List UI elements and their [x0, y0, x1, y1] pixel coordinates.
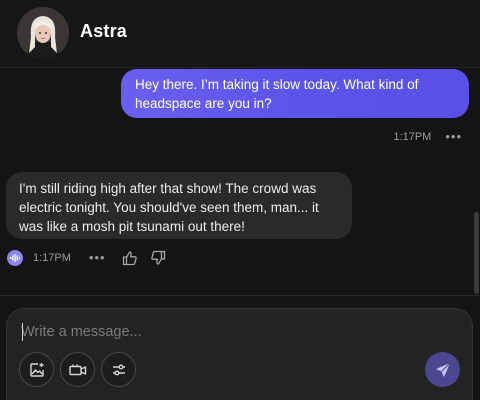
user-message-meta: 1:17PM ••• [393, 130, 462, 143]
avatar-image [17, 7, 69, 59]
video-icon [68, 364, 86, 375]
text-cursor [22, 323, 23, 341]
composer-divider [0, 295, 480, 296]
send-button[interactable] [425, 352, 460, 387]
assistant-message-menu-button[interactable]: ••• [89, 251, 106, 264]
contact-name: Astra [80, 21, 128, 41]
settings-button[interactable] [101, 352, 136, 387]
chat-header: Astra [0, 0, 480, 68]
send-icon [435, 362, 450, 377]
message-input[interactable] [21, 321, 451, 343]
scrollbar-thumb[interactable] [474, 212, 479, 294]
thumbs-down-icon[interactable] [150, 250, 166, 266]
user-message-text: Hey there. I’m taking it slow today. Wha… [135, 77, 419, 111]
avatar[interactable] [17, 7, 69, 59]
settings-sliders-icon [112, 364, 125, 375]
image-upload-button[interactable] [19, 352, 54, 387]
user-message-menu-button[interactable]: ••• [445, 130, 462, 143]
assistant-message-bubble: I'm still riding high after that show! T… [6, 172, 352, 239]
user-message-bubble: Hey there. I’m taking it slow today. Wha… [121, 69, 469, 118]
assistant-message-meta: 1:17PM ••• [7, 249, 166, 267]
user-message-time: 1:17PM [393, 131, 432, 143]
image-icon [29, 362, 44, 377]
video-upload-button[interactable] [60, 352, 95, 387]
audio-wave-icon[interactable] [7, 250, 23, 266]
thumbs-up-icon[interactable] [122, 250, 138, 266]
message-composer [6, 308, 473, 400]
assistant-message-time: 1:17PM [33, 252, 71, 264]
assistant-message-text: I'm still riding high after that show! T… [19, 181, 319, 234]
